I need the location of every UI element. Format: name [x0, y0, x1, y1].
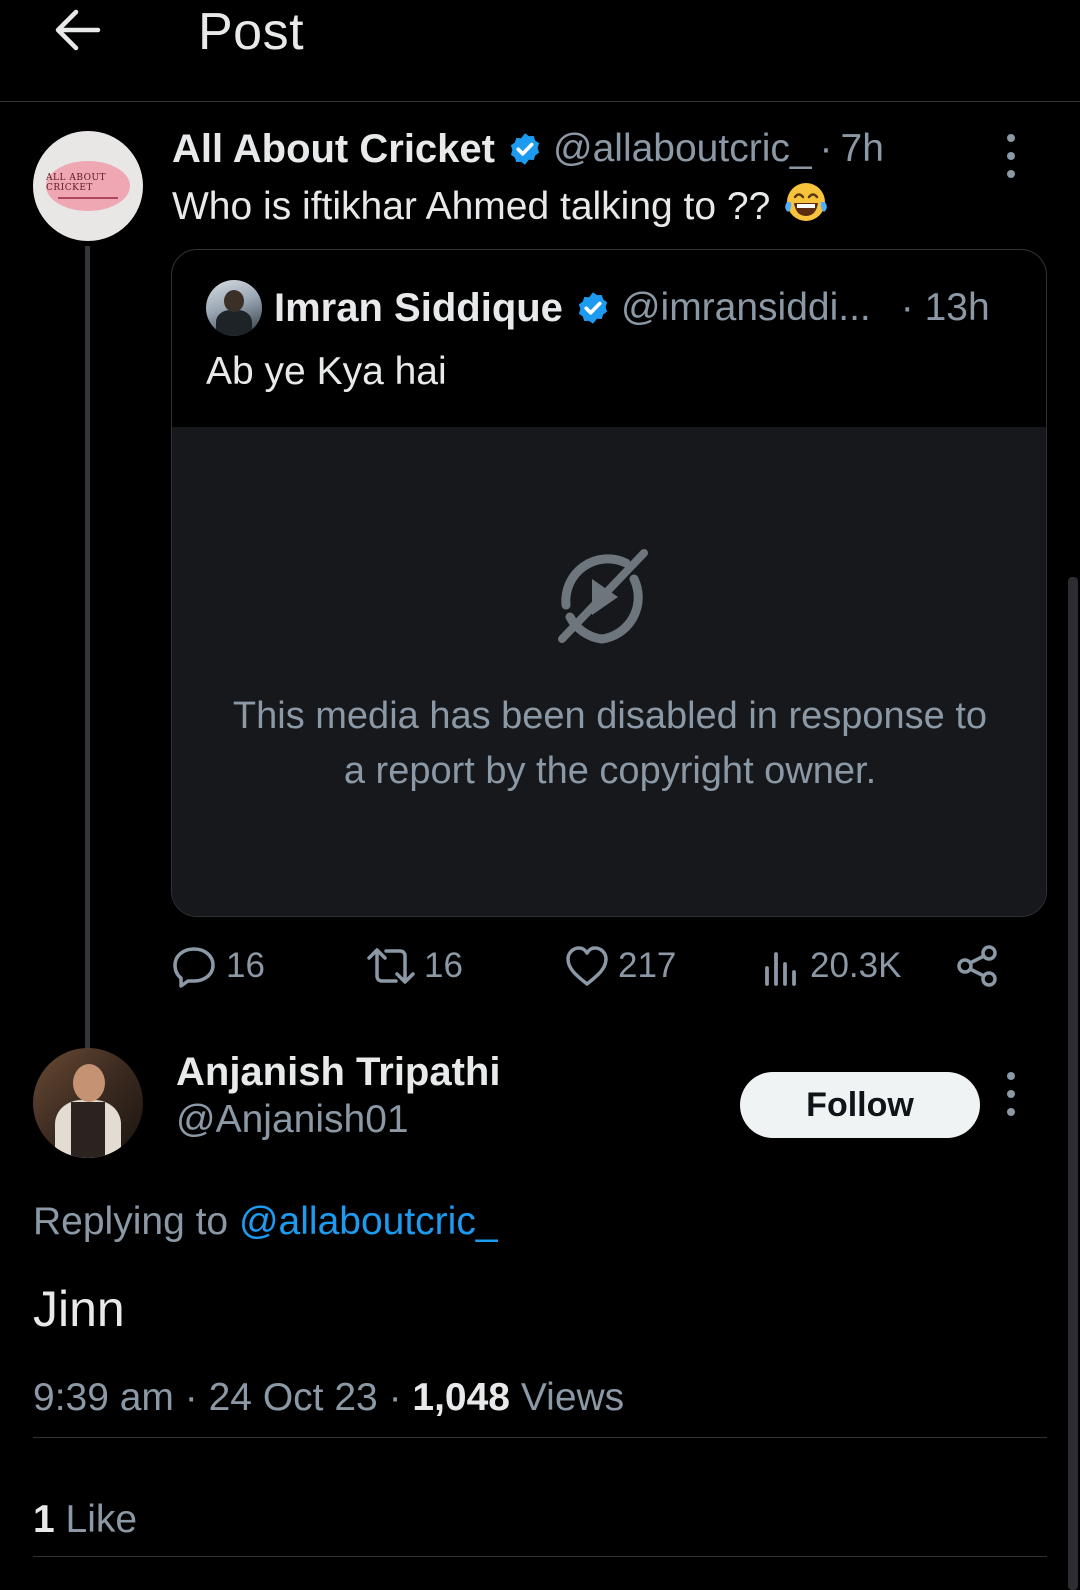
verified-badge-icon — [575, 290, 611, 326]
back-arrow-icon[interactable] — [54, 8, 102, 52]
avatar-figure-vest — [71, 1102, 105, 1158]
post-page: Post ALL ABOUT CRICKET All About Cricket… — [0, 0, 1080, 1590]
repost-button[interactable]: 16 — [366, 936, 463, 996]
replying-to-prefix: Replying to — [33, 1200, 229, 1243]
reply-text: Jinn — [33, 1281, 125, 1337]
quoted-author-handle: @imransiddi... — [620, 286, 871, 329]
reply-avatar[interactable] — [33, 1048, 143, 1158]
like-count: 217 — [618, 946, 677, 985]
more-icon — [1007, 134, 1015, 142]
reply-meta: 9:39 am · 24 Oct 23 · 1,048 Views — [33, 1376, 624, 1420]
media-disabled-icon — [558, 549, 648, 644]
disabled-media: This media has been disabled in response… — [172, 427, 1046, 916]
reply-author-name[interactable]: Anjanish Tripathi — [176, 1050, 500, 1095]
separator: · — [819, 127, 833, 170]
like-button[interactable]: 217 — [564, 936, 676, 996]
reply-views-count: 1,048 — [412, 1376, 511, 1419]
more-icon — [1007, 1072, 1015, 1080]
like-icon — [566, 946, 608, 986]
like-summary-label: Like — [65, 1498, 138, 1541]
meta-separator: · — [184, 1376, 198, 1419]
reply-icon — [173, 947, 215, 988]
repost-icon — [367, 948, 415, 984]
quoted-author-avatar — [206, 280, 262, 336]
laughing-emoji-icon — [782, 180, 830, 234]
views-button[interactable]: 20.3K — [762, 936, 901, 996]
quoted-author-name: Imran Siddique — [274, 285, 563, 330]
back-button[interactable] — [50, 4, 106, 56]
avatar-logo-text: ALL ABOUT CRICKET — [46, 173, 107, 193]
reply-views-label: Views — [520, 1376, 625, 1419]
avatar[interactable]: ALL ABOUT CRICKET — [33, 131, 143, 241]
reply-button[interactable]: 16 — [172, 936, 265, 996]
media-message-line-1: This media has been disabled in response… — [232, 695, 988, 737]
quoted-post-text: Ab ye Kya hai — [206, 350, 447, 393]
thread-line — [85, 246, 90, 1054]
verified-badge-icon — [507, 131, 543, 167]
divider — [33, 1556, 1047, 1557]
likes-summary[interactable]: 1 Like — [33, 1498, 137, 1542]
media-message-line-2: a report by the copyright owner. — [343, 750, 877, 792]
meta-separator: · — [388, 1376, 402, 1419]
post-text: Who is iftikhar Ahmed talking to ?? — [172, 180, 830, 234]
scrollbar[interactable] — [1068, 577, 1078, 1590]
avatar-figure-face — [73, 1064, 105, 1102]
avatar-logo: ALL ABOUT CRICKET — [46, 161, 130, 211]
reply-author-handle[interactable]: @Anjanish01 — [176, 1098, 409, 1142]
author-name[interactable]: All About Cricket — [172, 127, 495, 172]
replying-to: Replying to @allaboutcric_ — [33, 1200, 498, 1244]
reply-count: 16 — [226, 946, 265, 985]
post-body: Who is iftikhar Ahmed talking to ?? — [172, 185, 771, 228]
replying-to-handle-link[interactable]: @allaboutcric_ — [239, 1200, 498, 1243]
header: Post — [0, 0, 1080, 102]
media-disabled-message: This media has been disabled in response… — [172, 689, 1046, 799]
post-header: All About Cricket @allaboutcric_ · 7h — [172, 124, 884, 174]
reply-more-options-button[interactable] — [999, 1072, 1023, 1116]
author-handle[interactable]: @allaboutcric_ — [553, 127, 812, 171]
follow-button[interactable]: Follow — [740, 1072, 980, 1138]
action-bar: 16 16 217 20.3K — [172, 936, 1032, 996]
more-options-button[interactable] — [999, 134, 1023, 178]
quoted-post-header: Imran Siddique @imransiddi... · 13h — [206, 280, 990, 336]
page-title: Post — [198, 3, 305, 61]
quoted-post[interactable]: Imran Siddique @imransiddi... · 13h Ab y… — [171, 249, 1047, 917]
views-count: 20.3K — [810, 946, 902, 985]
like-summary-count: 1 — [33, 1498, 55, 1541]
reply-date[interactable]: 24 Oct 23 — [209, 1376, 378, 1419]
avatar-logo-underline — [58, 197, 118, 199]
repost-count: 16 — [424, 946, 463, 985]
divider — [33, 1437, 1047, 1438]
reply-time[interactable]: 9:39 am — [33, 1376, 174, 1419]
views-icon — [765, 952, 796, 986]
quoted-post-time: · 13h — [900, 286, 990, 329]
share-icon — [957, 945, 997, 987]
post-time[interactable]: 7h — [841, 127, 884, 171]
share-button[interactable] — [956, 936, 1000, 996]
